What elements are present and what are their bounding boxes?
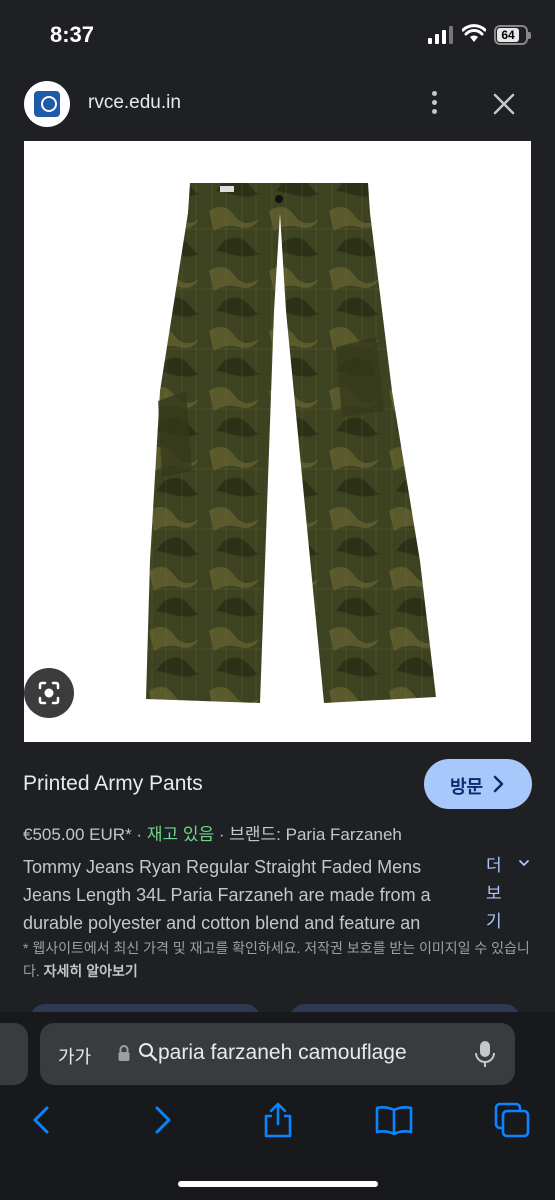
- more-link[interactable]: 더보기: [486, 852, 508, 936]
- lock-icon: [118, 1045, 130, 1061]
- chevron-down-icon[interactable]: [518, 858, 530, 868]
- search-icon: [139, 1043, 158, 1062]
- bookmarks-icon[interactable]: [374, 1100, 414, 1140]
- cellular-signal-icon: [428, 26, 453, 44]
- status-time: 8:37: [50, 22, 95, 47]
- product-brand: 브랜드: Paria Farzaneh: [229, 825, 402, 844]
- tabs-icon[interactable]: [492, 1100, 532, 1140]
- back-icon[interactable]: [22, 1100, 62, 1140]
- share-icon[interactable]: [258, 1100, 298, 1140]
- site-domain[interactable]: rvce.edu.in: [88, 92, 181, 114]
- menu-dots-icon[interactable]: [426, 88, 442, 120]
- separator: ·: [136, 825, 143, 844]
- battery-level: 64: [497, 28, 519, 42]
- learn-more-link[interactable]: 자세히 알아보기: [44, 963, 138, 979]
- product-image[interactable]: [24, 141, 531, 742]
- product-meta: €505.00 EUR* · 재고 있음 · 브랜드: Paria Farzan…: [23, 820, 402, 845]
- stock-status: 재고 있음: [146, 825, 215, 844]
- previous-tab-preview[interactable]: [0, 1023, 28, 1085]
- description-line: durable polyester and cotton blend and f…: [23, 913, 421, 933]
- close-icon[interactable]: [488, 88, 520, 120]
- pants-illustration: [146, 183, 436, 703]
- site-favicon: [24, 81, 70, 127]
- home-indicator[interactable]: [178, 1181, 378, 1187]
- description-line: Tommy Jeans Ryan Regular Straight Faded …: [23, 857, 422, 877]
- product-price: €505.00 EUR*: [23, 825, 132, 844]
- text-size-button[interactable]: 가가: [58, 1043, 91, 1069]
- visit-button-label: 방문: [450, 777, 484, 797]
- forward-icon[interactable]: [142, 1100, 182, 1140]
- address-bar[interactable]: 가가 paria farzaneh camouflage: [40, 1023, 515, 1085]
- visit-button[interactable]: 방문: [424, 759, 532, 809]
- mic-icon[interactable]: [474, 1039, 496, 1069]
- wifi-icon: [462, 24, 486, 42]
- chevron-right-icon: [493, 775, 504, 793]
- google-lens-icon[interactable]: [24, 668, 74, 718]
- product-title: Printed Army Pants: [23, 772, 203, 795]
- disclaimer: * 웹사이트에서 최신 가격 및 재고를 확인하세요. 저작권 보호를 받는 이…: [23, 937, 533, 983]
- battery-icon: 64: [494, 25, 531, 45]
- product-description: Tommy Jeans Ryan Regular Straight Faded …: [23, 853, 478, 937]
- status-bar: 8:37 64: [0, 0, 555, 70]
- separator: ·: [218, 825, 225, 844]
- description-line: Jeans Length 34L Paria Farzaneh are made…: [23, 885, 431, 905]
- query-text: paria farzaneh camouflage: [158, 1041, 407, 1064]
- url-query[interactable]: paria farzaneh camouflage: [138, 1041, 478, 1065]
- site-header: rvce.edu.in: [0, 70, 555, 140]
